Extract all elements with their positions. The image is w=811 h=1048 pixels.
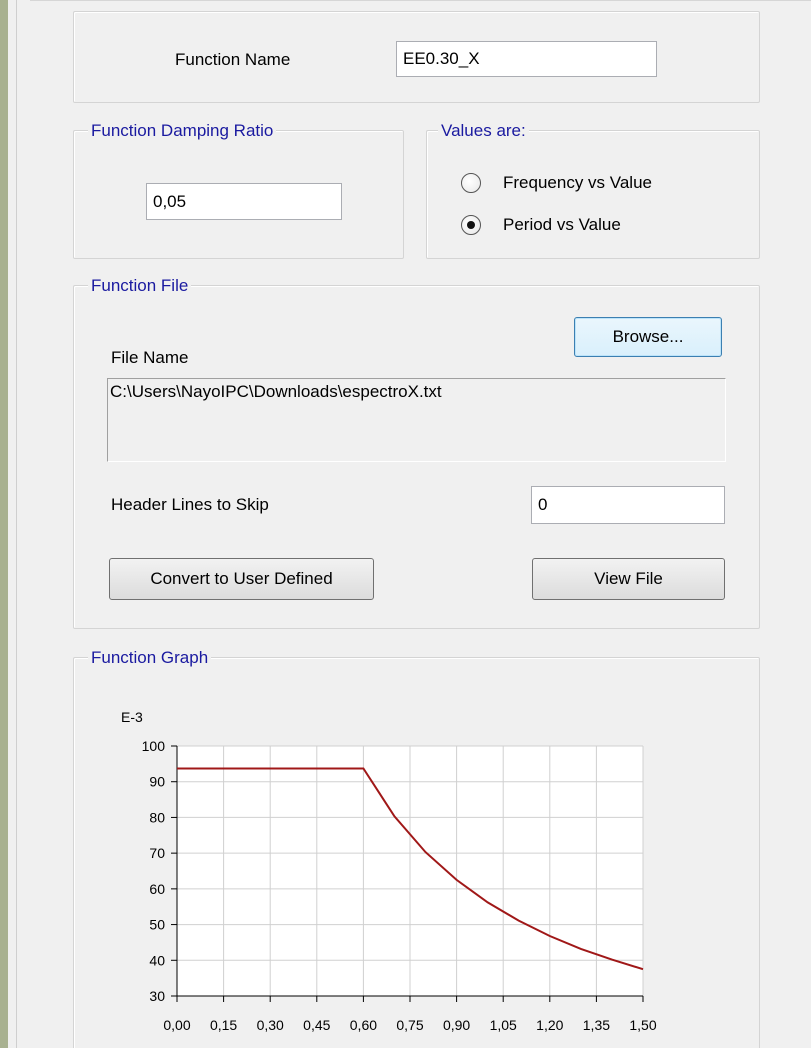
y-tick-label: 80 [149, 809, 165, 825]
x-tick-label: 1,35 [583, 1017, 610, 1033]
x-tick-label: 0,75 [396, 1017, 423, 1033]
x-tick-label: 0,45 [303, 1017, 330, 1033]
function-graph-chart: 100 90 80 70 60 50 40 30 0,00 0,15 0,30 0,45 0,60 0,7… [121, 709, 657, 1033]
x-tick-label: 1,50 [629, 1017, 656, 1033]
y-tick-label: 70 [149, 845, 165, 861]
x-tick-label: 0,30 [257, 1017, 284, 1033]
y-tick-label: 90 [149, 774, 165, 790]
x-tick-label: 0,00 [163, 1017, 190, 1033]
y-tick-label: 30 [149, 988, 165, 1004]
x-tick-label: 1,20 [536, 1017, 563, 1033]
y-tick-label: 60 [149, 881, 165, 897]
x-tick-label: 0,90 [443, 1017, 470, 1033]
x-tick-label: 0,60 [350, 1017, 377, 1033]
y-tick-label: 50 [149, 917, 165, 933]
y-tick-label: 40 [149, 952, 165, 968]
y-tick-label: 100 [142, 738, 166, 754]
x-tick-label: 0,15 [210, 1017, 237, 1033]
y-scale-label: E-3 [121, 709, 143, 725]
x-tick-label: 1,05 [490, 1017, 517, 1033]
function-dialog: Function Name Function Damping Ratio Val… [0, 0, 811, 1048]
